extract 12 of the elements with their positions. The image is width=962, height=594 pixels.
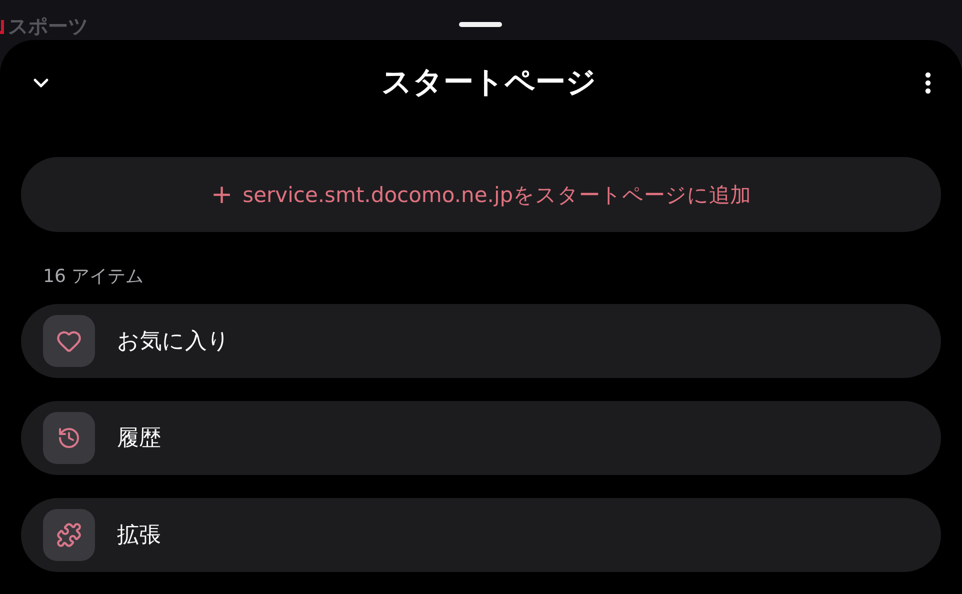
list-item[interactable]: 拡張 [21,498,941,572]
list-item[interactable]: お気に入り [21,304,941,378]
puzzle-icon [56,522,82,548]
item-count: 16 アイテム [43,265,145,288]
heart-icon [56,328,82,354]
list-item[interactable]: 履歴 [21,401,941,475]
history-icon [57,426,81,450]
add-button[interactable]: + service.smt.docomo.ne.jpをスタートページに追加 [21,157,941,232]
drag-handle[interactable] [459,22,502,27]
more-icon [925,72,931,94]
category-label: スポーツ [8,14,88,38]
sheet-title: スタートページ [382,64,596,102]
